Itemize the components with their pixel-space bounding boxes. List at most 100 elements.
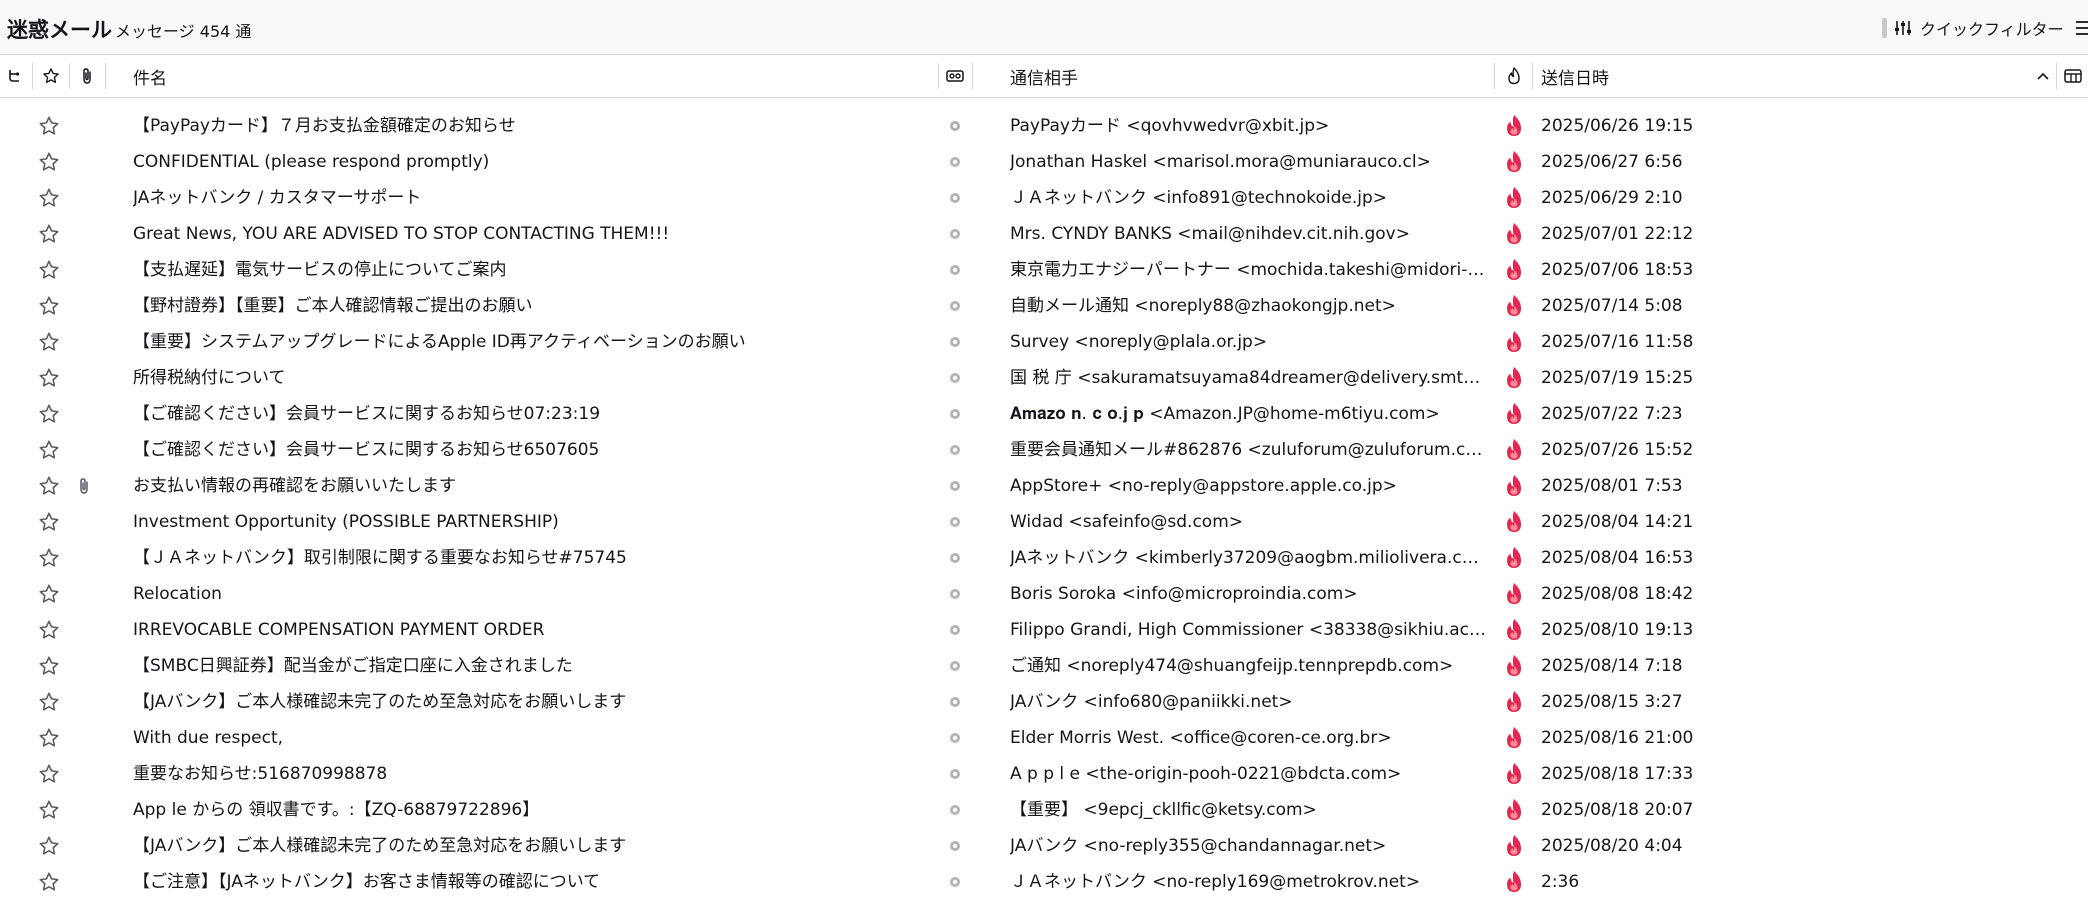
message-row[interactable]: Investment Opportunity (POSSIBLE PARTNER… <box>0 504 2088 540</box>
star-toggle[interactable] <box>38 648 62 684</box>
junk-status-toggle[interactable] <box>1503 324 1525 360</box>
date-column-header[interactable]: 送信日時 <box>1541 55 2021 97</box>
read-status-toggle[interactable] <box>947 864 963 899</box>
read-status-toggle[interactable] <box>947 360 963 396</box>
read-status-toggle[interactable] <box>947 324 963 360</box>
star-toggle[interactable] <box>38 612 62 648</box>
message-list[interactable]: 【PayPayカード】７月お支払金額確定のお知らせ PayPayカード <qov… <box>0 98 2088 899</box>
attachment-column-header[interactable] <box>73 55 101 97</box>
junk-status-toggle[interactable] <box>1503 216 1525 252</box>
junk-status-toggle[interactable] <box>1503 288 1525 324</box>
subject-column-header[interactable]: 件名 <box>133 55 933 97</box>
read-status-toggle[interactable] <box>947 144 963 180</box>
message-row[interactable]: 【ご注意】【JAネットバンク】お客さま情報等の確認について ＪＡネットバンク <… <box>0 864 2088 899</box>
message-row[interactable]: 所得税納付について 国 税 庁 <sakuramatsuyama84dreame… <box>0 360 2088 396</box>
read-status-toggle[interactable] <box>947 540 963 576</box>
junk-status-toggle[interactable] <box>1503 576 1525 612</box>
message-row[interactable]: 【JAバンク】ご本人様確認未完了のため至急対応をお願いします JAバンク <no… <box>0 828 2088 864</box>
message-row[interactable]: お支払い情報の再確認をお願いいたします AppStore+ <no-reply@… <box>0 468 2088 504</box>
message-row[interactable]: With due respect, Elder Morris West. <of… <box>0 720 2088 756</box>
junk-status-toggle[interactable] <box>1503 828 1525 864</box>
message-row[interactable]: Great News, YOU ARE ADVISED TO STOP CONT… <box>0 216 2088 252</box>
message-row[interactable]: CONFIDENTIAL (please respond promptly) J… <box>0 144 2088 180</box>
correspondent-column-header[interactable]: 通信相手 <box>1010 55 1480 97</box>
star-toggle[interactable] <box>38 504 62 540</box>
read-status-toggle[interactable] <box>947 180 963 216</box>
junk-status-toggle[interactable] <box>1503 468 1525 504</box>
message-row[interactable]: 【ＪＡネットバンク】取引制限に関する重要なお知らせ#75745 JAネットバンク… <box>0 540 2088 576</box>
star-toggle[interactable] <box>38 576 62 612</box>
quick-filter-button[interactable]: クイックフィルター <box>1894 14 2064 42</box>
star-toggle[interactable] <box>38 828 62 864</box>
junk-status-toggle[interactable] <box>1503 648 1525 684</box>
star-toggle[interactable] <box>38 432 62 468</box>
read-status-toggle[interactable] <box>947 108 963 144</box>
message-row[interactable]: Relocation Boris Soroka <info@microproin… <box>0 576 2088 612</box>
message-row[interactable]: 【野村證券】【重要】ご本人確認情報ご提出のお願い 自動メール通知 <norepl… <box>0 288 2088 324</box>
star-toggle[interactable] <box>38 288 62 324</box>
star-toggle[interactable] <box>38 720 62 756</box>
junk-status-toggle[interactable] <box>1503 144 1525 180</box>
message-row[interactable]: IRREVOCABLE COMPENSATION PAYMENT ORDER F… <box>0 612 2088 648</box>
message-row[interactable]: JAネットバンク / カスタマーサポート ＪＡネットバンク <info891@t… <box>0 180 2088 216</box>
read-status-toggle[interactable] <box>947 792 963 828</box>
star-toggle[interactable] <box>38 396 62 432</box>
column-picker-button[interactable] <box>2060 55 2086 97</box>
junk-status-toggle[interactable] <box>1503 360 1525 396</box>
message-row[interactable]: 【ご確認ください】会員サービスに関するお知らせ6507605 重要会員通知メール… <box>0 432 2088 468</box>
read-status-toggle[interactable] <box>947 828 963 864</box>
read-status-toggle[interactable] <box>947 648 963 684</box>
star-toggle[interactable] <box>38 756 62 792</box>
star-toggle[interactable] <box>38 324 62 360</box>
read-status-toggle[interactable] <box>947 576 963 612</box>
junk-status-toggle[interactable] <box>1503 396 1525 432</box>
read-status-toggle[interactable] <box>947 396 963 432</box>
partially-visible-row[interactable] <box>0 98 2088 108</box>
message-row[interactable]: 重要なお知らせ:516870998878 A p p l e <the-orig… <box>0 756 2088 792</box>
read-status-toggle[interactable] <box>947 612 963 648</box>
junk-status-toggle[interactable] <box>1503 684 1525 720</box>
star-toggle[interactable] <box>38 792 62 828</box>
junk-status-column-header[interactable] <box>1502 55 1526 97</box>
junk-status-toggle[interactable] <box>1503 864 1525 899</box>
message-row[interactable]: 【重要】システムアップグレードによるApple ID再アクティベーションのお願い… <box>0 324 2088 360</box>
thread-column-header[interactable] <box>0 55 28 97</box>
message-row[interactable]: 【ご確認ください】会員サービスに関するお知らせ07:23:19 𝐀𝐦𝐚𝐳𝐨 𝐧.… <box>0 396 2088 432</box>
star-toggle[interactable] <box>38 684 62 720</box>
message-row[interactable]: 【PayPayカード】７月お支払金額確定のお知らせ PayPayカード <qov… <box>0 108 2088 144</box>
read-status-column-header[interactable] <box>942 55 968 97</box>
read-status-toggle[interactable] <box>947 720 963 756</box>
junk-status-toggle[interactable] <box>1503 252 1525 288</box>
message-row[interactable]: 【支払遅延】電気サービスの停止についてご案内 東京電力エナジーパートナー <mo… <box>0 252 2088 288</box>
star-toggle[interactable] <box>38 108 62 144</box>
read-status-toggle[interactable] <box>947 756 963 792</box>
star-toggle[interactable] <box>38 144 62 180</box>
star-toggle[interactable] <box>38 216 62 252</box>
read-status-toggle[interactable] <box>947 468 963 504</box>
star-toggle[interactable] <box>38 864 62 899</box>
read-status-toggle[interactable] <box>947 216 963 252</box>
junk-status-toggle[interactable] <box>1503 540 1525 576</box>
junk-status-toggle[interactable] <box>1503 504 1525 540</box>
star-toggle[interactable] <box>38 252 62 288</box>
junk-status-toggle[interactable] <box>1503 720 1525 756</box>
star-column-header[interactable] <box>37 55 65 97</box>
junk-status-toggle[interactable] <box>1503 432 1525 468</box>
hamburger-menu-icon[interactable] <box>2074 19 2088 37</box>
star-toggle[interactable] <box>38 468 62 504</box>
read-status-toggle[interactable] <box>947 432 963 468</box>
read-status-toggle[interactable] <box>947 504 963 540</box>
junk-status-toggle[interactable] <box>1503 792 1525 828</box>
star-toggle[interactable] <box>38 180 62 216</box>
message-row[interactable]: 【JAバンク】ご本人様確認未完了のため至急対応をお願いします JAバンク <in… <box>0 684 2088 720</box>
read-status-toggle[interactable] <box>947 252 963 288</box>
read-status-toggle[interactable] <box>947 288 963 324</box>
read-status-toggle[interactable] <box>947 684 963 720</box>
junk-status-toggle[interactable] <box>1503 612 1525 648</box>
star-toggle[interactable] <box>38 540 62 576</box>
junk-status-toggle[interactable] <box>1503 756 1525 792</box>
message-row[interactable]: 【SMBC日興証券】配当金がご指定口座に入金されました ご通知 <noreply… <box>0 648 2088 684</box>
junk-status-toggle[interactable] <box>1503 108 1525 144</box>
junk-status-toggle[interactable] <box>1503 180 1525 216</box>
message-row[interactable]: App le からの 領収書です。:【ZQ-68879722896】 【重要】 … <box>0 792 2088 828</box>
